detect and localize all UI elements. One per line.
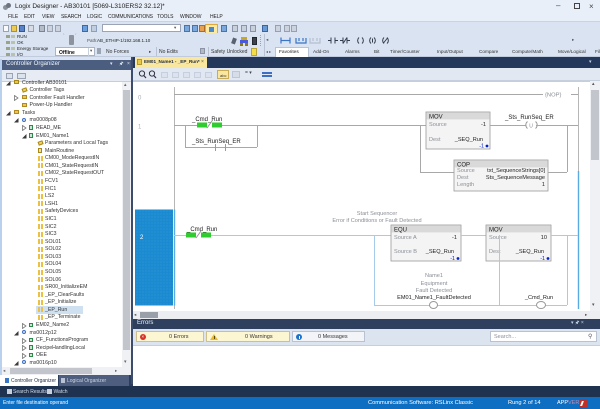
- svg-text:Length: Length: [457, 182, 474, 188]
- svg-text:Source: Source: [429, 122, 447, 128]
- svg-text:Source: Source: [489, 235, 507, 241]
- svg-text:-1: -1: [481, 122, 486, 128]
- svg-text:_SEQ_Run: _SEQ_Run: [454, 137, 483, 143]
- svg-text:-1: -1: [540, 256, 545, 262]
- svg-text:txt_SequenceStrings[0]: txt_SequenceStrings[0]: [487, 168, 545, 174]
- svg-text:_Cmd_Run: _Cmd_Run: [524, 295, 553, 301]
- svg-text:MOV: MOV: [489, 227, 503, 233]
- svg-text:_Cmd_Run: _Cmd_Run: [191, 117, 222, 123]
- svg-text:1: 1: [542, 182, 545, 188]
- svg-text:_SEQ_Run: _SEQ_Run: [515, 249, 544, 255]
- svg-text:Source: Source: [457, 168, 475, 174]
- svg-text:_Sts_RunSeq_ER: _Sts_RunSeq_ER: [504, 115, 554, 121]
- svg-text:_Cmd_Run: _Cmd_Run: [186, 227, 217, 233]
- svg-text:Fault Detected: Fault Detected: [416, 288, 452, 294]
- svg-text:-1: -1: [450, 256, 455, 262]
- svg-text:MOV: MOV: [429, 114, 443, 120]
- svg-text:10: 10: [541, 235, 547, 241]
- svg-text:Dest: Dest: [429, 137, 441, 143]
- svg-text:Dest: Dest: [457, 175, 469, 181]
- svg-text:_Sts_RunSeq_ER: _Sts_RunSeq_ER: [191, 139, 241, 145]
- svg-text:Sts_SequenceMessage: Sts_SequenceMessage: [486, 175, 545, 181]
- svg-text:1: 1: [138, 125, 142, 131]
- svg-text:Equipment: Equipment: [421, 281, 448, 287]
- svg-text:-1: -1: [452, 235, 457, 241]
- svg-text:EQU: EQU: [394, 227, 407, 233]
- svg-text:Error if Conditions or Fault D: Error if Conditions or Fault Detected: [332, 218, 421, 224]
- svg-text:_SEQ_Run: _SEQ_Run: [425, 249, 454, 255]
- svg-text:Start Sequencer: Start Sequencer: [357, 211, 398, 217]
- svg-text:Source A: Source A: [394, 235, 417, 241]
- svg-text:-1: -1: [479, 144, 484, 150]
- svg-text:{NOP}: {NOP}: [545, 93, 561, 99]
- svg-text:Name1: Name1: [425, 273, 443, 279]
- svg-text:0: 0: [138, 96, 142, 102]
- svg-text:U: U: [529, 123, 533, 129]
- svg-text:EM01_Name1_FaultDetected: EM01_Name1_FaultDetected: [397, 295, 471, 301]
- svg-text:Source B: Source B: [394, 249, 417, 255]
